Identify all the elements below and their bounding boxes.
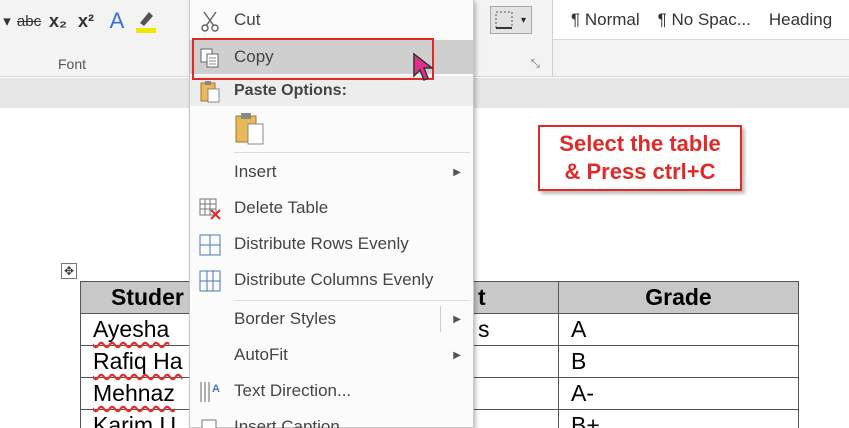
menu-item-border-styles[interactable]: Border Styles ▶ bbox=[190, 302, 473, 336]
menu-item-cut[interactable]: Cut bbox=[190, 3, 473, 37]
text-effects-button[interactable]: A bbox=[100, 8, 134, 34]
paste-options-label: Paste Options: bbox=[234, 82, 347, 99]
styles-gallery: ¶ Normal ¶ No Spac... Heading bbox=[553, 0, 849, 40]
style-no-spacing[interactable]: ¶ No Spac... bbox=[658, 10, 751, 30]
font-group-label: Font bbox=[58, 56, 87, 72]
menu-item-label: Cut bbox=[234, 10, 261, 29]
student-name: Mehnaz bbox=[93, 380, 175, 406]
font-tools: ▾ abc x₂ x² A bbox=[0, 6, 158, 36]
copy-icon bbox=[198, 46, 222, 70]
text-direction-icon: A bbox=[198, 380, 222, 404]
callout-line-1: Select the table bbox=[559, 131, 721, 156]
table-cell[interactable] bbox=[465, 377, 559, 410]
highlight-icon[interactable] bbox=[134, 8, 158, 34]
paste-icon bbox=[198, 79, 222, 108]
delete-table-icon bbox=[198, 197, 222, 221]
strikethrough-button[interactable]: abc bbox=[14, 8, 44, 34]
submenu-arrow-icon[interactable]: ▶ bbox=[453, 314, 461, 325]
style-heading[interactable]: Heading bbox=[769, 10, 832, 30]
instruction-callout: Select the table & Press ctrl+C bbox=[538, 125, 742, 191]
menu-item-label: Distribute Rows Evenly bbox=[234, 234, 409, 253]
menu-item-autofit[interactable]: AutoFit ▶ bbox=[190, 338, 473, 372]
student-name: Ayesha bbox=[93, 316, 170, 342]
menu-item-delete-table[interactable]: Delete Table bbox=[190, 191, 473, 225]
menu-item-label: Border Styles bbox=[234, 309, 337, 328]
borders-icon bbox=[495, 11, 513, 29]
menu-item-label: Distribute Columns Evenly bbox=[234, 270, 434, 289]
menu-item-text-direction[interactable]: A Text Direction... bbox=[190, 374, 473, 408]
menu-item-label: Text Direction... bbox=[234, 381, 352, 400]
student-name: Rafiq Ha bbox=[93, 348, 183, 374]
menu-separator bbox=[234, 300, 470, 301]
submenu-arrow-icon: ▶ bbox=[453, 166, 461, 178]
submenu-arrow-icon: ▶ bbox=[453, 349, 461, 361]
table-header-cell[interactable]: Grade bbox=[558, 281, 799, 314]
menu-item-distribute-columns[interactable]: Distribute Columns Evenly bbox=[190, 263, 473, 297]
menu-item-label: AutoFit bbox=[234, 345, 288, 364]
menu-item-distribute-rows[interactable]: Distribute Rows Evenly bbox=[190, 227, 473, 261]
table-cell[interactable]: A- bbox=[558, 377, 799, 410]
paste-keep-formatting-icon[interactable] bbox=[234, 112, 266, 146]
split-divider bbox=[440, 306, 441, 332]
subscript-button[interactable]: x₂ bbox=[44, 8, 72, 34]
superscript-button[interactable]: x² bbox=[72, 8, 100, 34]
table-header-cell[interactable]: t bbox=[465, 281, 559, 314]
table-cell[interactable]: B+ bbox=[558, 409, 799, 428]
mouse-cursor-icon bbox=[412, 52, 436, 87]
more-dropdown-icon[interactable]: ▾ bbox=[0, 8, 14, 34]
scissors-icon bbox=[198, 9, 222, 33]
menu-item-label: Delete Table bbox=[234, 198, 329, 217]
callout-line-2: & Press ctrl+C bbox=[564, 159, 716, 184]
table-cell[interactable]: A bbox=[558, 313, 799, 346]
style-normal[interactable]: ¶ Normal bbox=[571, 10, 640, 30]
menu-item-label: Insert Caption bbox=[234, 417, 340, 428]
table-cell[interactable]: s bbox=[465, 313, 559, 346]
caption-icon bbox=[198, 416, 222, 428]
table-move-handle-icon[interactable]: ✥ bbox=[61, 263, 77, 279]
menu-item-label: Copy bbox=[234, 47, 274, 66]
distribute-columns-icon bbox=[198, 269, 222, 293]
table-cell[interactable] bbox=[465, 345, 559, 378]
menu-item-insert-caption[interactable]: Insert Caption bbox=[190, 410, 473, 428]
chevron-down-icon[interactable]: ▾ bbox=[521, 15, 526, 26]
borders-button[interactable]: ▾ bbox=[490, 6, 532, 34]
svg-text:A: A bbox=[212, 383, 220, 395]
table-cell[interactable] bbox=[465, 409, 559, 428]
table-cell[interactable]: B bbox=[558, 345, 799, 378]
dialog-launcher-icon[interactable]: ⤡ bbox=[531, 58, 540, 71]
distribute-rows-icon bbox=[198, 233, 222, 257]
student-name: Karim U bbox=[93, 412, 177, 428]
menu-item-label: Insert bbox=[234, 162, 277, 181]
menu-item-insert[interactable]: Insert ▶ bbox=[190, 155, 473, 189]
menu-separator bbox=[234, 152, 470, 153]
